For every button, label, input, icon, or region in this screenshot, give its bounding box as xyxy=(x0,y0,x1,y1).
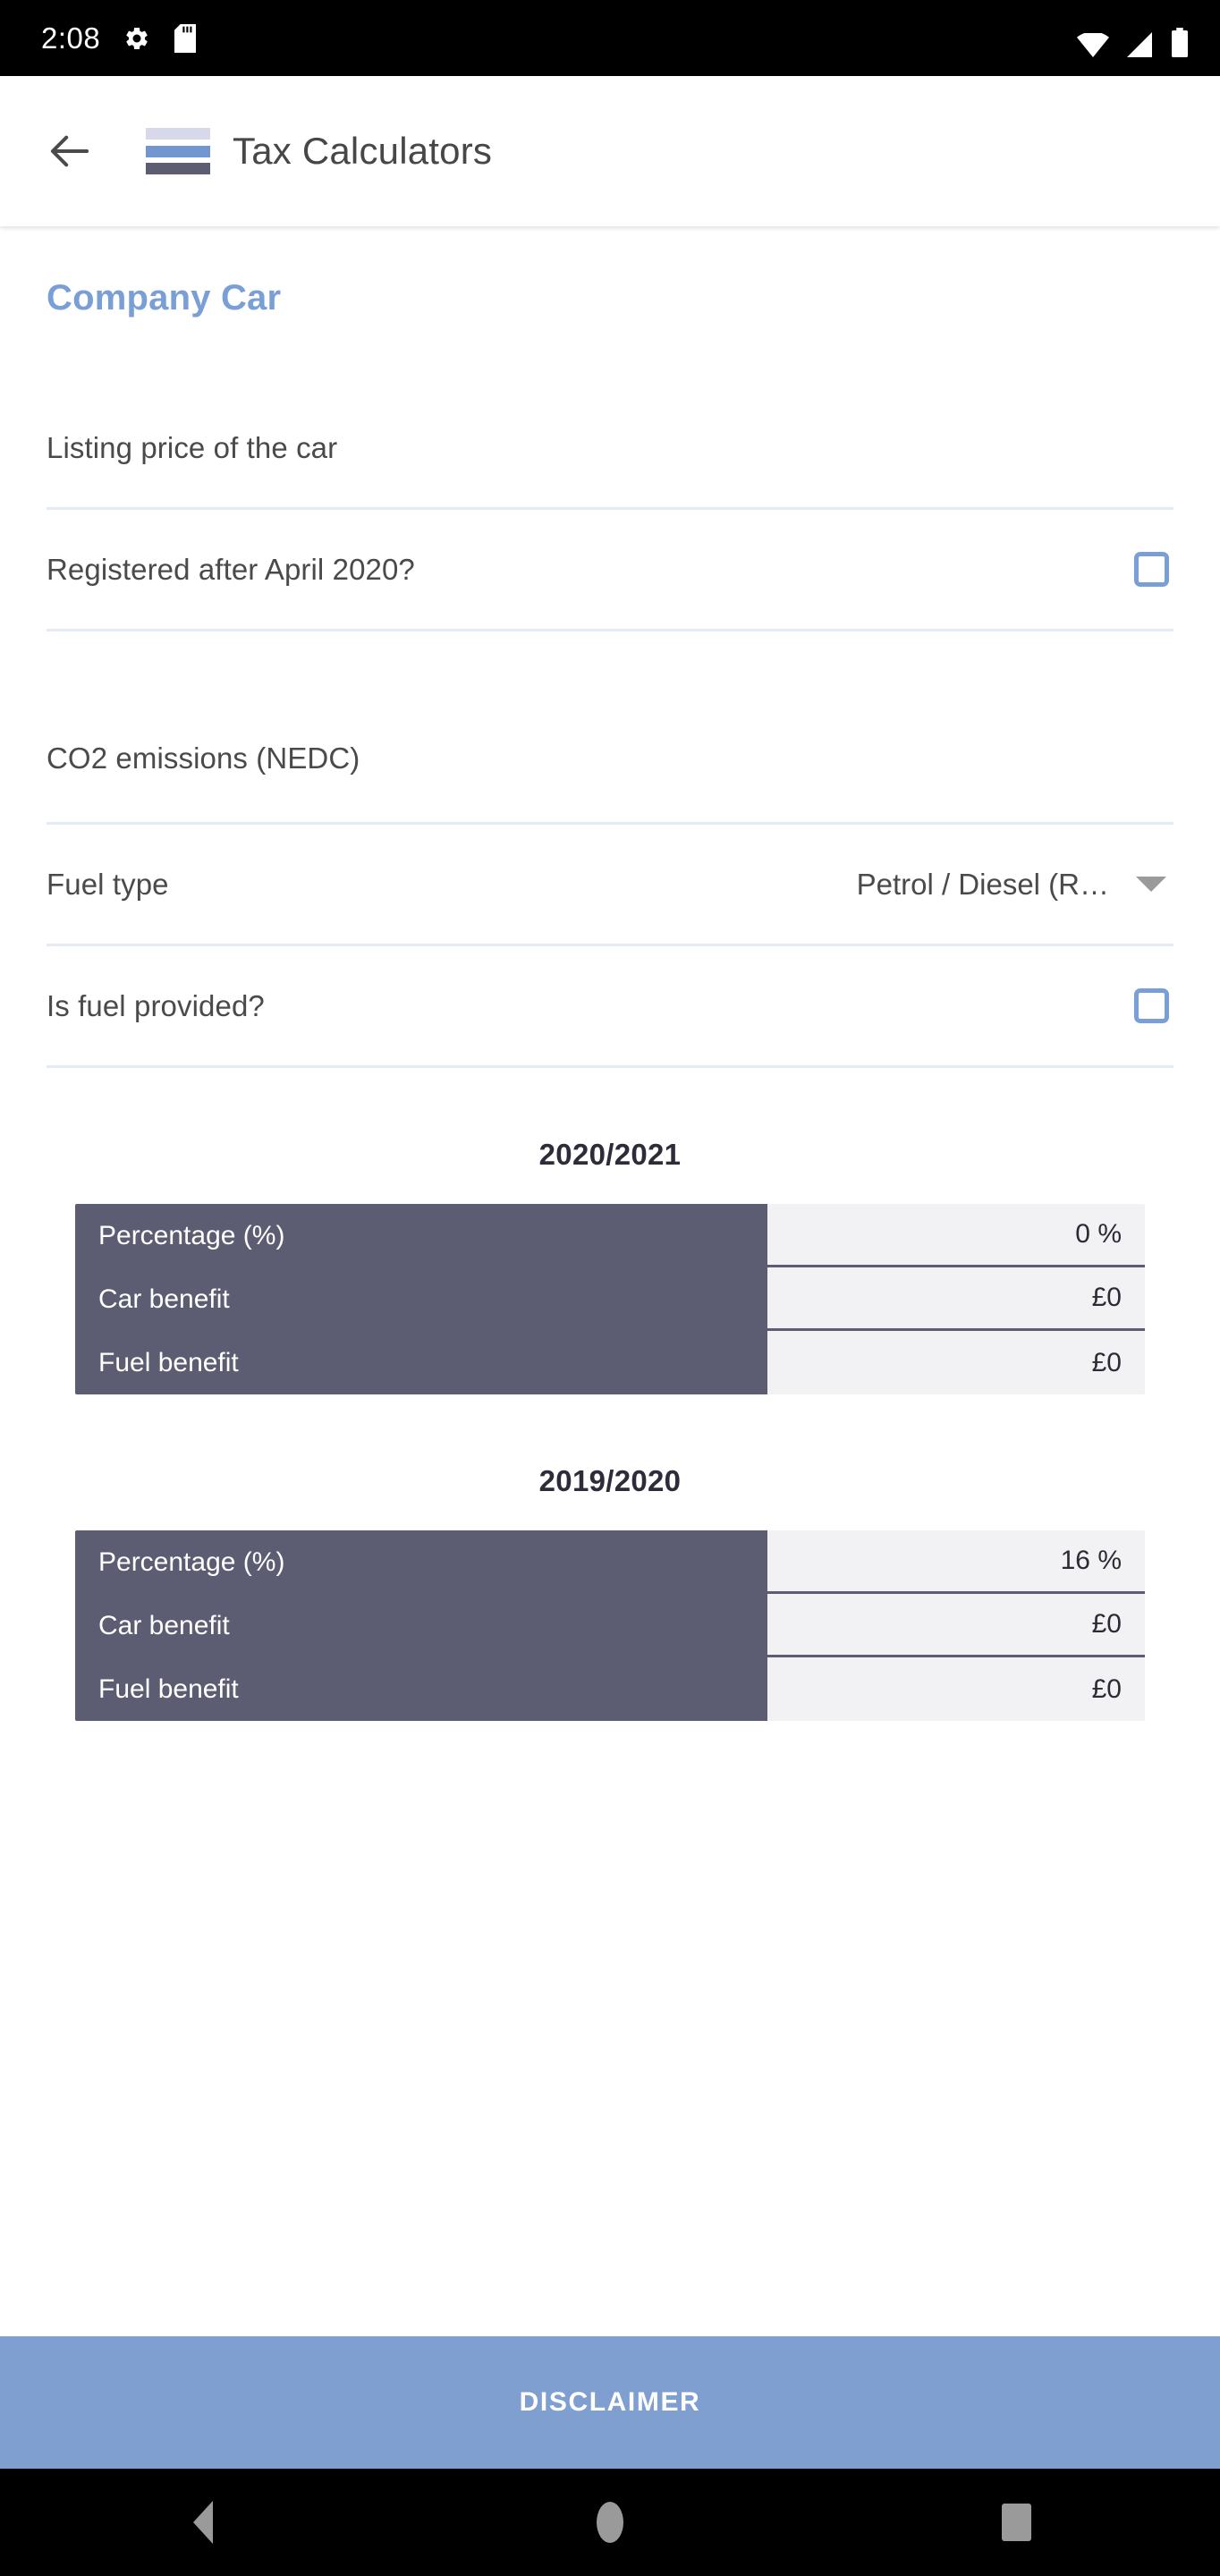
status-bar-left: 2:08 xyxy=(41,23,197,53)
table-row-label: Fuel benefit xyxy=(98,1347,239,1377)
result-value-column: 0 % £0 £0 xyxy=(767,1204,1145,1394)
app-bar: Tax Calculators xyxy=(0,76,1220,226)
result-block-2020-2021: 2020/2021 Percentage (%) Car benefit Fue… xyxy=(47,1138,1173,1394)
table-row-label: Percentage (%) xyxy=(98,1220,285,1250)
sd-card-icon xyxy=(174,23,197,53)
field-co2-emissions[interactable]: CO2 emissions (NEDC) xyxy=(47,694,1173,825)
table-row-label: Car benefit xyxy=(98,1284,230,1314)
result-label-column: Percentage (%) Car benefit Fuel benefit xyxy=(75,1204,767,1394)
disclaimer-button[interactable]: DISCLAIMER xyxy=(0,2336,1220,2469)
wifi-icon xyxy=(1077,32,1109,57)
disclaimer-label: DISCLAIMER xyxy=(519,2387,701,2417)
table-row-value: 16 % xyxy=(767,1530,1145,1594)
select-value-fuel-type[interactable]: Petrol / Diesel (R… xyxy=(857,868,1109,902)
checkbox-is-fuel-provided[interactable] xyxy=(1134,988,1169,1023)
tax-calculators-logo xyxy=(146,128,210,174)
field-label-registered-after: Registered after April 2020? xyxy=(47,552,415,586)
table-row-label: Car benefit xyxy=(98,1610,230,1640)
table-row-label: Percentage (%) xyxy=(98,1546,285,1577)
arrow-back-icon xyxy=(49,132,90,170)
result-title-2019-2020: 2019/2020 xyxy=(538,1464,682,1497)
chevron-down-icon[interactable] xyxy=(1136,877,1166,892)
field-label-co2-emissions: CO2 emissions (NEDC) xyxy=(47,741,360,775)
field-registered-after-april-2020[interactable]: Registered after April 2020? xyxy=(47,510,1173,631)
nav-recents-button[interactable] xyxy=(963,2469,1071,2576)
nav-home-circle-icon xyxy=(596,2502,623,2543)
result-block-2019-2020: 2019/2020 Percentage (%) Car benefit Fue… xyxy=(47,1464,1173,1721)
nav-back-button[interactable] xyxy=(149,2469,257,2576)
result-table-2020-2021: Percentage (%) Car benefit Fuel benefit … xyxy=(75,1204,1145,1394)
field-label-fuel-type: Fuel type xyxy=(47,867,169,901)
table-row-value: £0 xyxy=(1091,1347,1122,1377)
cell-signal-icon xyxy=(1124,31,1155,57)
table-row-value: £0 xyxy=(1091,1674,1122,1704)
field-label-is-fuel-provided: Is fuel provided? xyxy=(47,988,265,1022)
section-title: Company Car xyxy=(47,278,282,318)
phone-screen: 2:08 Tax Calculators Company Car Listing… xyxy=(0,0,1220,2576)
result-title-2020-2021: 2020/2021 xyxy=(538,1138,682,1171)
field-fuel-type[interactable]: Fuel type Petrol / Diesel (R… xyxy=(47,825,1173,946)
checkbox-registered-after-april-2020[interactable] xyxy=(1134,552,1169,587)
field-listing-price[interactable]: Listing price of the car xyxy=(47,388,1173,510)
status-bar-right xyxy=(1077,20,1190,57)
result-table-2019-2020: Percentage (%) Car benefit Fuel benefit … xyxy=(75,1530,1145,1721)
main-content: Company Car Listing price of the car Reg… xyxy=(0,226,1220,2336)
status-clock: 2:08 xyxy=(41,21,101,55)
field-is-fuel-provided[interactable]: Is fuel provided? xyxy=(47,946,1173,1068)
table-row-value: 0 % xyxy=(767,1204,1145,1267)
field-label-listing-price: Listing price of the car xyxy=(47,430,338,464)
result-label-column: Percentage (%) Car benefit Fuel benefit xyxy=(75,1530,767,1721)
table-row-value: £0 xyxy=(767,1267,1145,1331)
battery-icon xyxy=(1170,27,1190,57)
table-row-label: Fuel benefit xyxy=(98,1674,239,1704)
nav-recents-square-icon xyxy=(1002,2504,1032,2541)
settings-gear-icon xyxy=(123,25,150,52)
status-bar: 2:08 xyxy=(0,0,1220,76)
result-value-column: 16 % £0 £0 xyxy=(767,1530,1145,1721)
table-row-value: £0 xyxy=(767,1594,1145,1657)
back-button[interactable] xyxy=(27,108,113,194)
page-title: Tax Calculators xyxy=(233,130,493,172)
android-nav-bar xyxy=(0,2469,1220,2576)
nav-home-button[interactable] xyxy=(556,2469,664,2576)
nav-back-triangle-icon xyxy=(193,2501,214,2544)
